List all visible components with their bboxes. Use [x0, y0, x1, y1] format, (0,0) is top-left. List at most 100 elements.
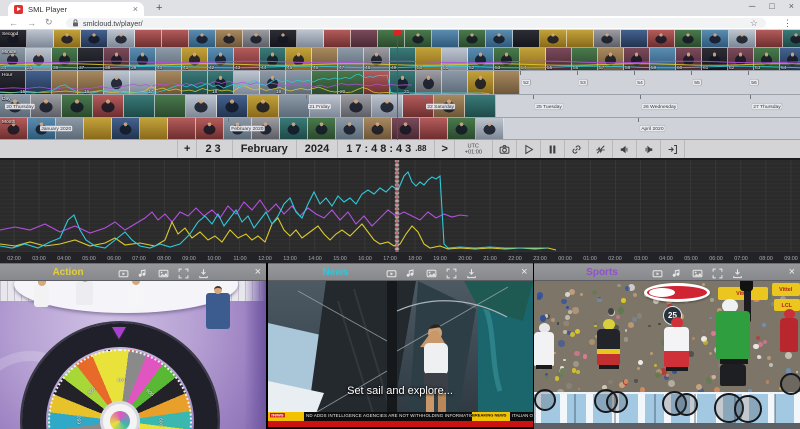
timeline-thumbnail[interactable]: [448, 118, 476, 139]
exit-button[interactable]: [661, 140, 685, 158]
download-icon[interactable]: [732, 268, 743, 279]
audio-out-button[interactable]: [637, 140, 661, 158]
timeline-thumbnail[interactable]: [442, 71, 468, 94]
panel-action-close-icon[interactable]: ×: [255, 266, 261, 278]
new-tab-button[interactable]: +: [156, 2, 162, 14]
timeline-thumbnail[interactable]: [62, 95, 93, 117]
timeline-thumbnail[interactable]: [336, 118, 364, 139]
timeline-row-minute[interactable]: 3435363738394041424344454647484950515253…: [0, 48, 800, 71]
window-close-button[interactable]: ×: [789, 1, 794, 11]
url-bar[interactable]: smlcloud.tv/player/: [66, 18, 766, 28]
timeline-thumbnail[interactable]: [112, 118, 140, 139]
date-year-field[interactable]: 2024: [297, 140, 338, 158]
timeline-thumbnail[interactable]: [168, 118, 196, 139]
video-track-icon[interactable]: [652, 268, 663, 279]
timeline-thumbnail[interactable]: 38: [104, 48, 130, 70]
reload-icon[interactable]: ↻: [45, 17, 53, 28]
timeline-thumbnail[interactable]: 60: [676, 48, 702, 70]
timeline-thumbnail[interactable]: [108, 30, 135, 47]
timeline-thumbnail[interactable]: [594, 30, 621, 47]
timeline-thumbnail[interactable]: [312, 71, 338, 94]
timeline-thumbnail[interactable]: [513, 30, 540, 47]
timeline-thumbnail[interactable]: [280, 118, 308, 139]
timeline-thumbnail[interactable]: [405, 30, 432, 47]
play-button[interactable]: [517, 140, 541, 158]
download-icon[interactable]: [198, 268, 209, 279]
timeline-thumbnail[interactable]: [135, 30, 162, 47]
timeline-thumbnail[interactable]: 44: [260, 48, 286, 70]
timeline[interactable]: Second3435363738394041424344454647484950…: [0, 30, 800, 140]
timeline-thumbnail[interactable]: [189, 30, 216, 47]
snapshot-icon[interactable]: [158, 268, 169, 279]
timeline-thumbnail[interactable]: 53: [494, 48, 520, 70]
timeline-thumbnail[interactable]: 54: [520, 48, 546, 70]
timeline-thumbnail[interactable]: [234, 71, 260, 94]
timeline-thumbnail[interactable]: [621, 30, 648, 47]
timeline-thumbnail[interactable]: [783, 30, 800, 47]
timeline-thumbnail[interactable]: [648, 30, 675, 47]
browser-menu-icon[interactable]: ⋮: [783, 18, 792, 29]
timeline-thumbnail[interactable]: [196, 118, 224, 139]
timeline-thumbnail[interactable]: [216, 30, 243, 47]
timeline-thumbnail[interactable]: 35: [26, 48, 52, 70]
pause-button[interactable]: [541, 140, 565, 158]
panel-news-close-icon[interactable]: ×: [521, 266, 527, 278]
snapshot-icon[interactable]: [426, 268, 437, 279]
timeline-thumbnail[interactable]: 59: [650, 48, 676, 70]
video-track-icon[interactable]: [118, 268, 129, 279]
audio-track-icon[interactable]: [406, 268, 417, 279]
timeline-thumbnail[interactable]: [260, 71, 286, 94]
timeline-thumbnail[interactable]: 61: [702, 48, 728, 70]
timeline-thumbnail[interactable]: 48: [364, 48, 390, 70]
link-button[interactable]: [565, 140, 589, 158]
panel-sports-close-icon[interactable]: ×: [789, 266, 795, 278]
graph-playhead[interactable]: [395, 160, 399, 252]
timeline-thumbnail[interactable]: [364, 118, 392, 139]
timeline-thumbnail[interactable]: [27, 30, 54, 47]
timeline-thumbnail[interactable]: [270, 30, 297, 47]
sports-video[interactable]: 25 Vittel Vittel LCL: [534, 281, 800, 429]
timeline-thumbnail[interactable]: 50: [416, 48, 442, 70]
timeline-thumbnail[interactable]: [756, 30, 783, 47]
timeline-playhead-flag[interactable]: [394, 30, 401, 35]
forward-icon[interactable]: →: [27, 18, 36, 28]
action-video[interactable]: 4006008004000500700650300: [0, 281, 266, 429]
window-maximize-button[interactable]: □: [769, 1, 774, 11]
step-back-button[interactable]: +: [178, 140, 197, 158]
timeline-thumbnail[interactable]: 58: [624, 48, 650, 70]
timeline-thumbnail[interactable]: [540, 30, 567, 47]
timeline-thumbnail[interactable]: [372, 95, 403, 117]
timeline-thumbnail[interactable]: [54, 30, 81, 47]
snapshot-button[interactable]: [493, 140, 517, 158]
timeline-thumbnail[interactable]: 49: [390, 48, 416, 70]
timeline-thumbnail[interactable]: [324, 30, 351, 47]
timeline-thumbnail[interactable]: [432, 30, 459, 47]
tab-close-icon[interactable]: ×: [133, 5, 138, 14]
audio-track-icon[interactable]: [138, 268, 149, 279]
timeline-thumbnail[interactable]: [416, 71, 442, 94]
timeline-thumbnail[interactable]: [93, 95, 124, 117]
timeline-thumbnail[interactable]: [364, 71, 390, 94]
time-axis[interactable]: 02:0003:0004:0005:0006:0007:0008:0009:00…: [0, 252, 800, 263]
timeline-thumbnail[interactable]: [468, 71, 494, 94]
timeline-thumbnail[interactable]: 55: [546, 48, 572, 70]
timeline-row-day[interactable]: Day20 Thursday21 Friday22 Saturday25 Tue…: [0, 95, 800, 118]
timeline-thumbnail[interactable]: 40: [156, 48, 182, 70]
timeline-thumbnail[interactable]: 46: [312, 48, 338, 70]
timeline-thumbnail[interactable]: 56: [572, 48, 598, 70]
date-day-field[interactable]: 23: [197, 140, 232, 158]
timeline-thumbnail[interactable]: [155, 95, 186, 117]
timeline-thumbnail[interactable]: [297, 30, 324, 47]
timeline-thumbnail[interactable]: 51: [442, 48, 468, 70]
timeline-thumbnail[interactable]: 41: [182, 48, 208, 70]
timeline-thumbnail[interactable]: [217, 95, 248, 117]
timeline-thumbnail[interactable]: [182, 71, 208, 94]
timeline-thumbnail[interactable]: [186, 95, 217, 117]
timeline-row-hour[interactable]: Hour151617181920215253545556: [0, 71, 800, 95]
timeline-thumbnail[interactable]: [390, 71, 416, 94]
timeline-thumbnail[interactable]: [567, 30, 594, 47]
bookmark-star-icon[interactable]: ☆: [750, 18, 758, 29]
timeline-thumbnail[interactable]: [78, 71, 104, 94]
timeline-thumbnail[interactable]: [84, 118, 112, 139]
timeline-thumbnail[interactable]: [140, 118, 168, 139]
